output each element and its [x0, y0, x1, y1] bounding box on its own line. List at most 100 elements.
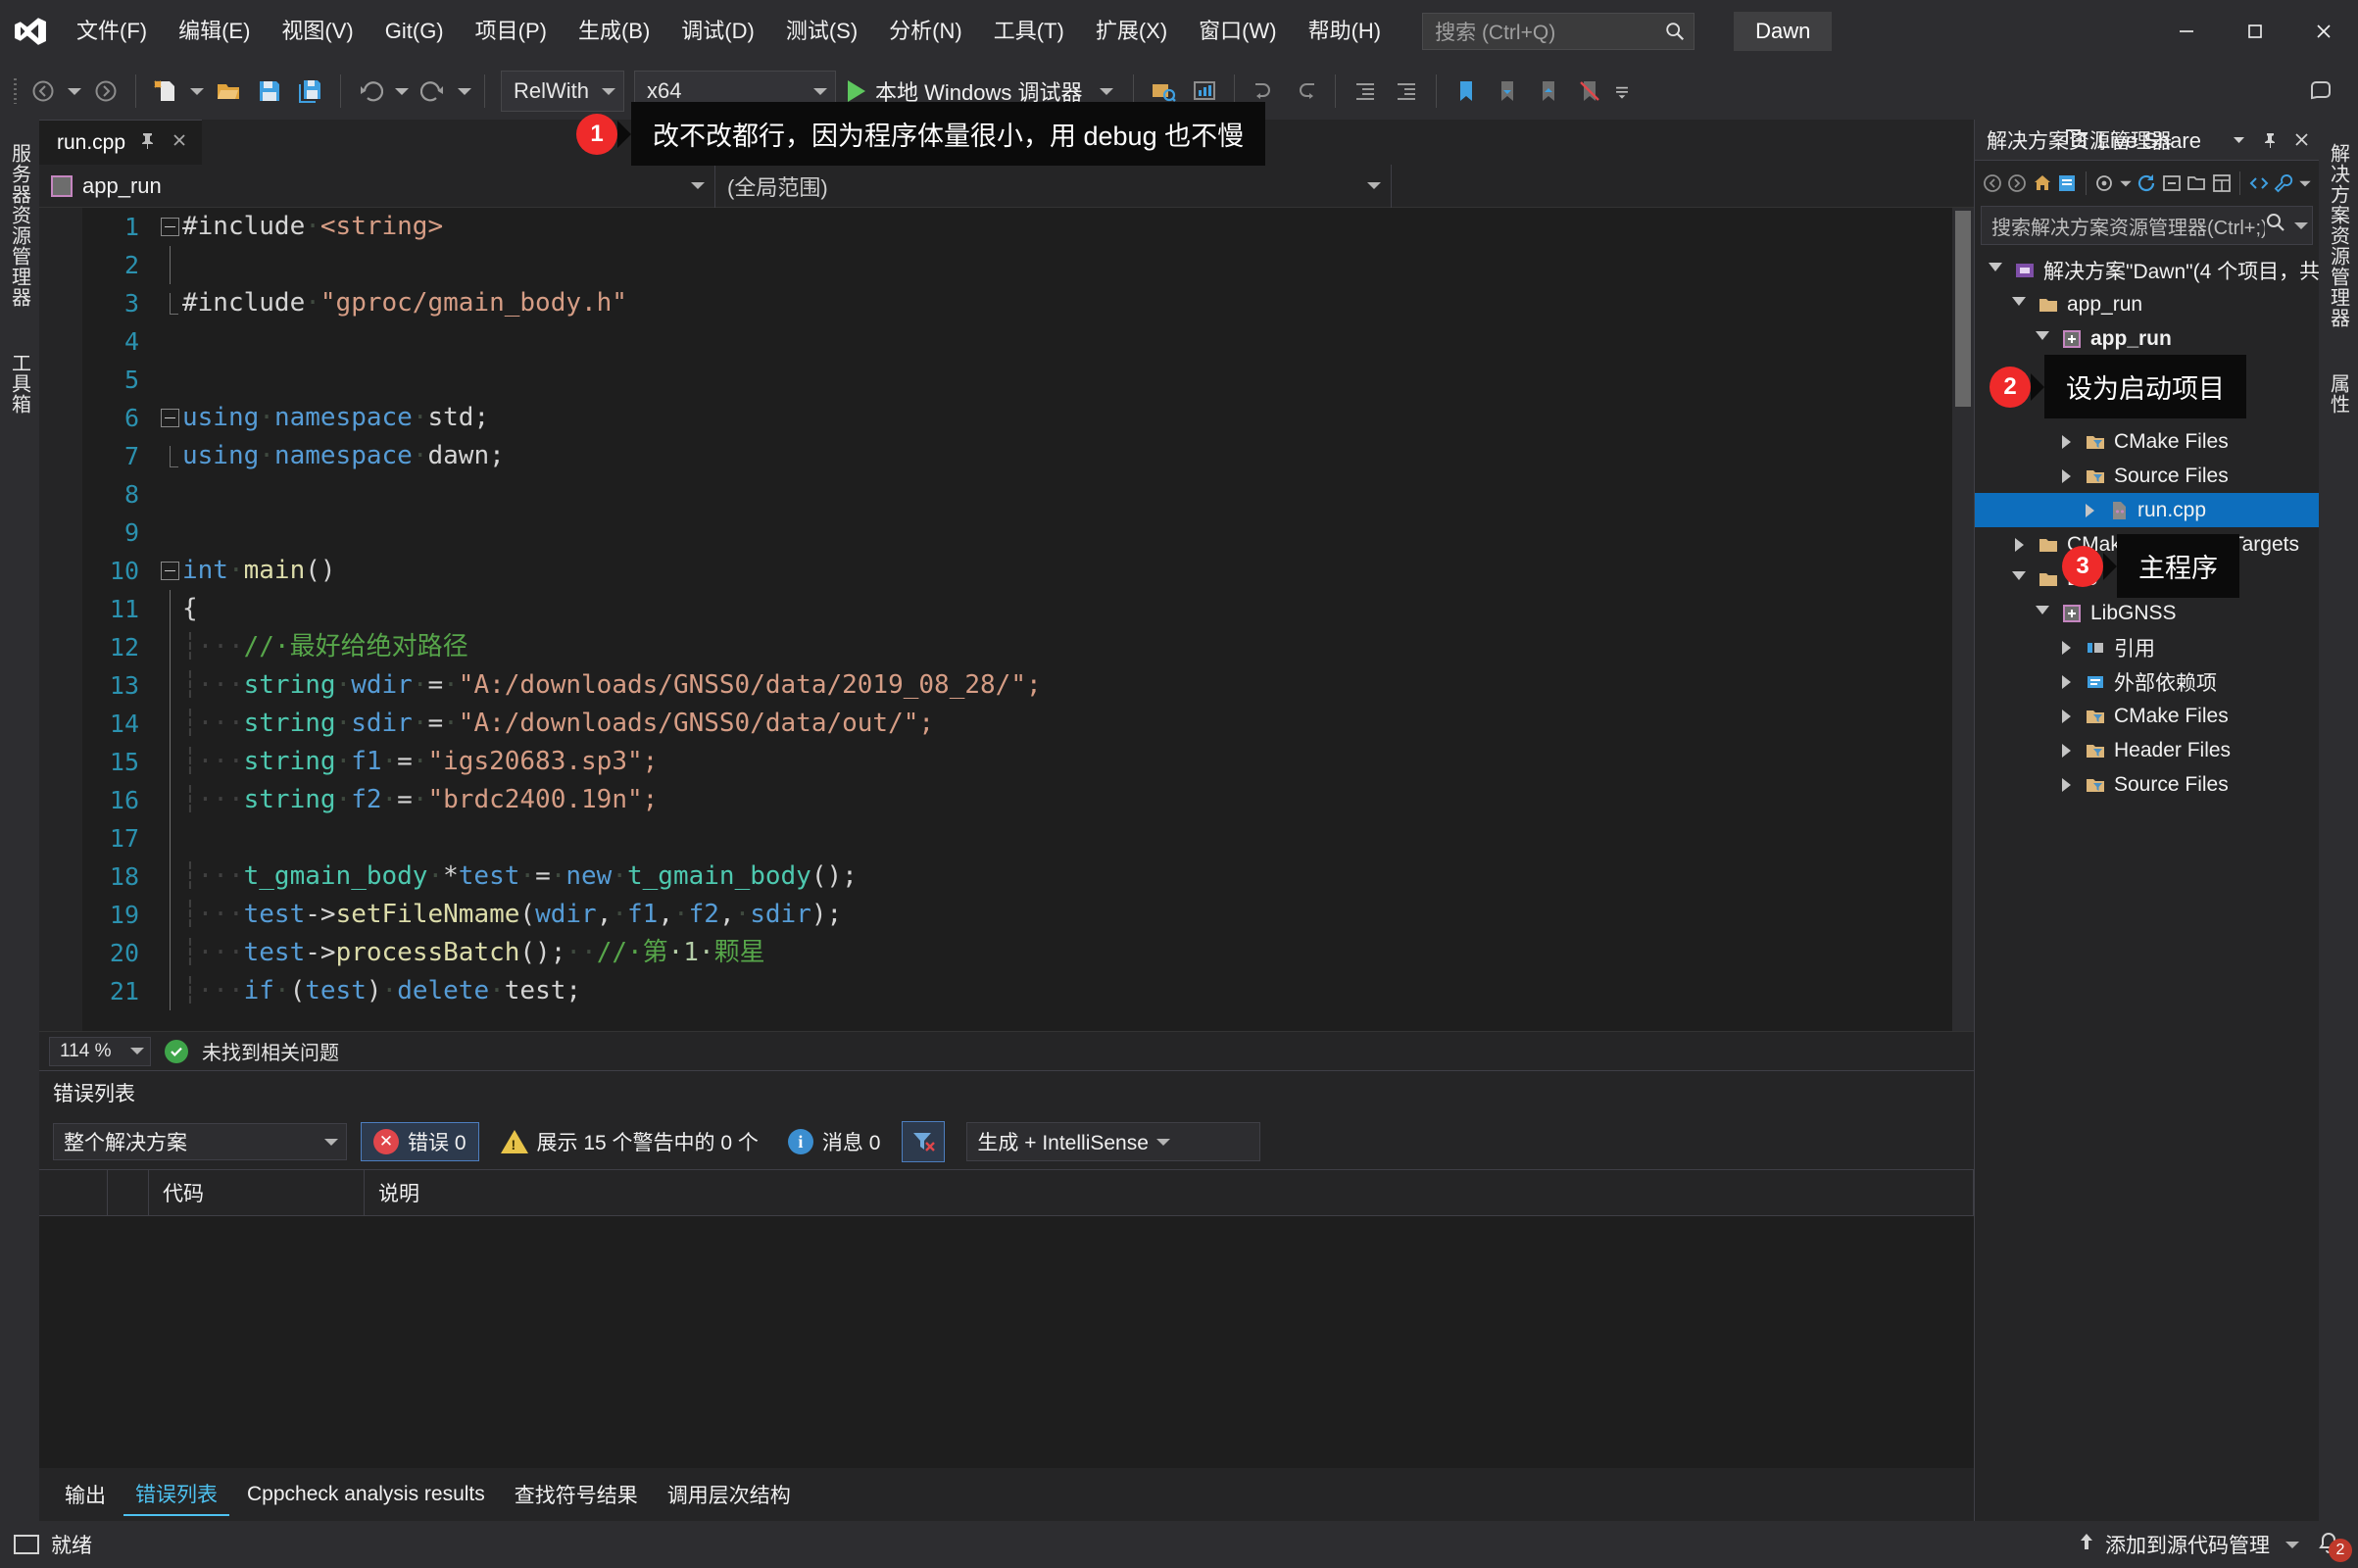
new-file-icon[interactable]	[146, 69, 185, 114]
menu-window[interactable]: 窗口(W)	[1183, 0, 1292, 63]
toolbar-grip[interactable]	[8, 74, 22, 108]
fold-marker[interactable]	[157, 446, 182, 467]
open-file-icon[interactable]	[209, 69, 248, 114]
code-line[interactable]: 4	[82, 322, 1974, 361]
navbar-member-dropdown[interactable]	[1392, 165, 1974, 208]
tab-error-list[interactable]: 错误列表	[123, 1473, 229, 1516]
fold-marker[interactable]	[157, 896, 182, 934]
fold-marker[interactable]	[157, 628, 182, 666]
tab-output[interactable]: 输出	[53, 1474, 118, 1515]
code-line[interactable]: 10int·main()	[82, 552, 1974, 590]
dock-tab-toolbox[interactable]: 工具箱	[0, 343, 40, 424]
chevron-down-icon[interactable]	[2008, 568, 2030, 590]
code-view-icon[interactable]	[2247, 168, 2270, 199]
code-line[interactable]: 20┆···test->processBatch();··//·第·1·颗星	[82, 934, 1974, 972]
solution-tree-item[interactable]: 外部依赖项	[1975, 664, 2319, 699]
fold-marker[interactable]	[157, 409, 182, 427]
code-editor[interactable]: 1#include·<string>23#include·"gproc/gmai…	[39, 208, 1974, 1031]
chevron-down-icon[interactable]	[1985, 260, 2006, 281]
solution-tree-item[interactable]: LibGNSS	[1975, 596, 2319, 630]
code-line[interactable]: 11{	[82, 590, 1974, 628]
code-line[interactable]: 2	[82, 246, 1974, 284]
menu-git[interactable]: Git(G)	[369, 0, 460, 63]
fold-marker[interactable]	[157, 293, 182, 315]
undo-dropdown-icon[interactable]	[392, 69, 412, 114]
minimize-icon[interactable]	[2152, 0, 2221, 63]
solution-tree-item[interactable]: run.cpp	[1975, 493, 2319, 527]
code-line[interactable]: 21┆···if·(test)·delete·test;	[82, 972, 1974, 1010]
warnings-filter-button[interactable]: 展示 15 个警告中的 0 个	[493, 1122, 766, 1161]
navbar-scope-dropdown[interactable]: (全局范围)	[715, 165, 1392, 208]
code-line[interactable]: 6using·namespace·std;	[82, 399, 1974, 437]
chevron-right-icon[interactable]	[2055, 740, 2077, 761]
properties-window-icon[interactable]	[2210, 168, 2233, 199]
code-line[interactable]: 15┆···string·f1·=·"igs20683.sp3";	[82, 743, 1974, 781]
code-line[interactable]: 5	[82, 361, 1974, 399]
save-all-icon[interactable]	[291, 69, 330, 114]
show-all-files-icon[interactable]	[2186, 168, 2208, 199]
menu-tools[interactable]: 工具(T)	[978, 0, 1080, 63]
chevron-right-icon[interactable]	[2055, 706, 2077, 727]
code-line[interactable]: 3#include·"gproc/gmain_body.h"	[82, 284, 1974, 322]
menu-extensions[interactable]: 扩展(X)	[1080, 0, 1183, 63]
maximize-icon[interactable]	[2221, 0, 2289, 63]
code-line[interactable]: 19┆···test->setFileNmame(wdir,·f1,·f2,·s…	[82, 896, 1974, 934]
fold-marker[interactable]	[157, 590, 182, 628]
home-icon[interactable]	[2031, 168, 2053, 199]
editor-vertical-scrollbar[interactable]	[1952, 208, 1974, 1031]
redo-icon[interactable]	[414, 69, 453, 114]
pin-icon[interactable]	[2258, 128, 2282, 152]
tab-call-hierarchy[interactable]: 调用层次结构	[656, 1474, 803, 1515]
forward-icon[interactable]	[2005, 168, 2028, 199]
solution-tree-item[interactable]: CMake Files	[1975, 699, 2319, 733]
add-to-source-control-button[interactable]: 添加到源代码管理	[2076, 1530, 2299, 1559]
dock-tab-solution-explorer[interactable]: 解决方案资源管理器	[2319, 133, 2358, 338]
wrench-icon[interactable]	[2273, 168, 2295, 199]
close-icon[interactable]	[2289, 128, 2313, 152]
menu-test[interactable]: 测试(S)	[770, 0, 873, 63]
solution-tree-item[interactable]: 引用	[1975, 630, 2319, 664]
solution-tree-item[interactable]: app_run	[1975, 321, 2319, 356]
code-line[interactable]: 7using·namespace·dawn;	[82, 437, 1974, 475]
menu-edit[interactable]: 编辑(E)	[163, 0, 266, 63]
chevron-down-icon[interactable]	[2032, 603, 2053, 624]
chevron-right-icon[interactable]	[2055, 671, 2077, 693]
live-share-button[interactable]: Live Share	[2063, 125, 2201, 157]
fold-marker[interactable]	[157, 858, 182, 896]
dock-tab-properties[interactable]: 属性	[2319, 364, 2358, 424]
menu-debug[interactable]: 调试(D)	[665, 0, 770, 63]
redo-dropdown-icon[interactable]	[455, 69, 474, 114]
tab-cppcheck[interactable]: Cppcheck analysis results	[235, 1477, 497, 1512]
code-line[interactable]: 8	[82, 475, 1974, 514]
chevron-down-icon[interactable]	[2118, 168, 2134, 199]
sync-with-document-icon[interactable]	[2055, 168, 2078, 199]
close-icon[interactable]	[171, 131, 188, 155]
messages-filter-button[interactable]: i 消息 0	[780, 1122, 889, 1161]
fold-marker[interactable]	[157, 246, 182, 284]
save-icon[interactable]	[250, 69, 289, 114]
solution-tree-item[interactable]: app_run	[1975, 287, 2319, 321]
code-line[interactable]: 18┆···t_gmain_body·*test·=·new·t_gmain_b…	[82, 858, 1974, 896]
refresh-icon[interactable]	[2136, 168, 2158, 199]
menu-help[interactable]: 帮助(H)	[1293, 0, 1398, 63]
send-feedback-icon[interactable]	[2301, 69, 2340, 114]
solution-explorer-search-input[interactable]: 搜索解决方案资源管理器(Ctrl+;)	[1981, 206, 2313, 245]
chevron-down-icon[interactable]	[2008, 294, 2030, 316]
document-tab-run-cpp[interactable]: run.cpp	[39, 120, 202, 165]
menu-project[interactable]: 项目(P)	[460, 0, 563, 63]
error-header-blank2[interactable]	[108, 1169, 149, 1216]
menu-view[interactable]: 视图(V)	[266, 0, 368, 63]
pin-icon[interactable]	[139, 131, 157, 155]
chevron-right-icon[interactable]	[2008, 534, 2030, 556]
fold-marker[interactable]	[157, 218, 182, 236]
step-over-icon[interactable]	[1286, 69, 1325, 114]
new-file-dropdown-icon[interactable]	[187, 69, 207, 114]
previous-bookmark-icon[interactable]	[1488, 69, 1527, 114]
code-line[interactable]: 1#include·<string>	[82, 208, 1974, 246]
collapse-all-icon[interactable]	[2160, 168, 2183, 199]
code-lines[interactable]: 1#include·<string>23#include·"gproc/gmai…	[82, 208, 1974, 1031]
bookmark-icon[interactable]	[1447, 69, 1486, 114]
fold-marker[interactable]	[157, 934, 182, 972]
chevron-right-icon[interactable]	[2055, 774, 2077, 796]
fold-marker[interactable]	[157, 819, 182, 858]
